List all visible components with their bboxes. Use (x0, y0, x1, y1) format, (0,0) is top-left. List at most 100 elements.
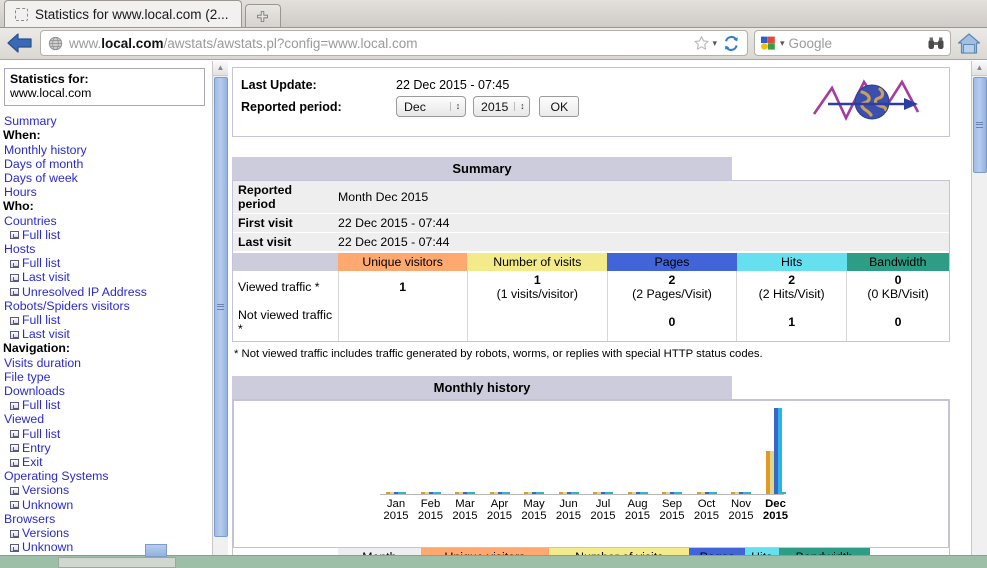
chart-bars (593, 408, 613, 494)
new-tab-button[interactable] (244, 4, 281, 27)
sidebar-subitem-full-list[interactable]: Full list (3, 228, 207, 242)
sidebar-item-hours[interactable]: Hours (3, 185, 207, 200)
sidebar-subitem-last-visit[interactable]: Last visit (3, 271, 207, 285)
sidebar-item-days-of-week[interactable]: Days of week (3, 171, 207, 185)
search-engine-dropdown-icon[interactable]: ▾ (780, 38, 785, 49)
bookmark-dropdown-icon[interactable]: ▾ (712, 38, 717, 49)
cell-subvalue: (1 visits/visitor) (496, 286, 578, 301)
chart-plot-area: Jan 2015 Feb 2015 Mar 2015 Apr 2015 May 2015 Jun 20… (234, 401, 948, 547)
sidebar-item-operating-systems[interactable]: Operating Systems (3, 470, 207, 484)
chart-bar-group (696, 408, 717, 494)
viewed-traffic-cell: 2 (2 Pages/Visit) (606, 270, 737, 303)
sidebar-item-monthly-history[interactable]: Monthly history (3, 143, 207, 157)
statistics-for-box: Statistics for: www.local.com (4, 67, 205, 106)
sidebar-subitem-versions[interactable]: Versions (3, 484, 207, 498)
sidebar-subitem-full-list[interactable]: Full list (3, 313, 207, 328)
sidebar-scrollbar[interactable]: ▲ (212, 60, 229, 555)
cell-value: 0 (894, 314, 902, 329)
month-select[interactable]: Dec ↕ (396, 96, 466, 118)
summary-row: Last visit 22 Dec 2015 - 07:44 (233, 232, 949, 252)
monthly-history-section: Monthly history Jan 2015 Feb 2015 Mar 2015 Apr… (232, 375, 950, 555)
scroll-up-button[interactable]: ▲ (212, 60, 229, 76)
sidebar-subitem-last-visit[interactable]: Last visit (3, 328, 207, 342)
monthly-column-header: Number of visits (549, 547, 690, 555)
back-arrow-icon (7, 33, 32, 53)
star-icon[interactable] (693, 35, 710, 51)
sidebar-item-browsers[interactable]: Browsers (3, 512, 207, 526)
search-box[interactable]: ▾ Google (754, 30, 951, 57)
search-input[interactable]: Google (789, 36, 923, 51)
chart-bar-group (455, 408, 475, 494)
cell-value: 2 (668, 272, 676, 287)
url-domain: local.com (101, 35, 164, 51)
sidebar-item-countries[interactable]: Countries (3, 214, 207, 228)
sidebar-subitem-label: Full list (22, 313, 61, 328)
not-viewed-traffic-row: Not viewed traffic * 0 1 0 (233, 302, 949, 341)
summary-row-value: 22 Dec 2015 - 07:44 (333, 232, 949, 252)
scroll-up-button[interactable]: ▲ (971, 60, 987, 76)
summary-row-value: 22 Dec 2015 - 07:44 (333, 213, 949, 233)
not-viewed-traffic-cell (337, 302, 468, 341)
sidebar-subitem-entry[interactable]: Entry (3, 441, 207, 455)
browser-window: Statistics for www.local.com (2... www.l… (0, 0, 987, 568)
sidebar-item-summary[interactable]: Summary (3, 114, 207, 129)
sidebar-item-viewed[interactable]: Viewed (3, 413, 207, 427)
sidebar-item-hosts[interactable]: Hosts (3, 242, 207, 257)
tab-statistics[interactable]: Statistics for www.local.com (2... (4, 0, 242, 27)
monthly-column-header: Pages (689, 547, 745, 555)
sidebar-item-robots-spiders-visitors[interactable]: Robots/Spiders visitors (3, 299, 207, 313)
not-viewed-traffic-cell (466, 302, 608, 341)
chart-bars (386, 408, 406, 494)
binoculars-icon[interactable] (927, 36, 945, 51)
summary-row: First visit 22 Dec 2015 - 07:44 (233, 213, 949, 233)
monthly-column-header: Month (338, 547, 421, 555)
back-button[interactable] (6, 32, 34, 54)
chart-bar-group (386, 408, 406, 494)
chart-bars (420, 408, 441, 494)
summary-column-headers: Unique visitors Number of visits Pages Hits… (233, 252, 949, 271)
horizontal-scrollbar[interactable] (58, 557, 176, 568)
home-button[interactable] (957, 32, 981, 55)
expand-list-icon (10, 430, 19, 439)
sidebar-item-visits-duration[interactable]: Visits duration (3, 356, 207, 370)
tab-title: Statistics for www.local.com (2... (35, 6, 229, 22)
sidebar-subitem-unresolved-ip-address[interactable]: Unresolved IP Address (3, 285, 207, 299)
page-viewport: Statistics for: www.local.com Summary Whe… (0, 59, 987, 555)
summary-corner-cell (233, 252, 338, 271)
horizontal-scrollbar-thumb[interactable] (145, 544, 167, 557)
sidebar-subitem-exit[interactable]: Exit (3, 455, 207, 470)
chart-bars (627, 408, 648, 494)
sidebar-item-days-of-month[interactable]: Days of month (3, 157, 207, 171)
sidebar-subitem-full-list[interactable]: Full list (3, 427, 207, 441)
sidebar-subitem-label: Unknown (22, 497, 74, 512)
globe-icon (48, 36, 63, 50)
report-content: Last Update: 22 Dec 2015 - 07:45 Reporte… (232, 66, 971, 555)
sidebar-item-downloads[interactable]: Downloads (3, 384, 207, 399)
report-scrollbar-thumb[interactable] (972, 76, 987, 173)
cell-value: 1 (533, 272, 541, 287)
ok-button[interactable]: OK (539, 96, 580, 118)
viewed-traffic-cell: 0 (0 KB/Visit) (846, 270, 949, 303)
summary-title: Summary (232, 156, 732, 180)
sidebar-subitem-unknown[interactable]: Unknown (3, 541, 207, 555)
chart-baseline (380, 493, 784, 495)
monthly-column-header: Hits (744, 547, 779, 555)
sidebar-subitem-full-list[interactable]: Full list (3, 399, 207, 413)
monthly-column-header: Bandwidth (778, 547, 870, 555)
url-prefix: www. (69, 35, 102, 51)
expand-list-icon (10, 231, 19, 240)
scrollbar-grip (217, 302, 224, 311)
reload-icon[interactable] (722, 35, 741, 52)
sidebar-item-file-type[interactable]: File type (3, 370, 207, 384)
year-select[interactable]: 2015 ↕ (473, 96, 531, 118)
sidebar-subitem-unknown[interactable]: Unknown (3, 498, 207, 512)
sidebar-subitem-label: Versions (22, 483, 70, 498)
url-bar-actions: ▾ (693, 35, 743, 52)
chart-bars (731, 408, 751, 494)
report-scrollbar[interactable]: ▲ (971, 60, 987, 555)
sidebar-subitem-full-list[interactable]: Full list (3, 257, 207, 271)
sidebar-subitem-versions[interactable]: Versions (3, 526, 207, 541)
sidebar-scrollbar-thumb[interactable] (213, 76, 228, 537)
cell-value: 2 (788, 272, 796, 287)
url-bar[interactable]: www.local.com/awstats/awstats.pl?config=… (40, 30, 748, 57)
